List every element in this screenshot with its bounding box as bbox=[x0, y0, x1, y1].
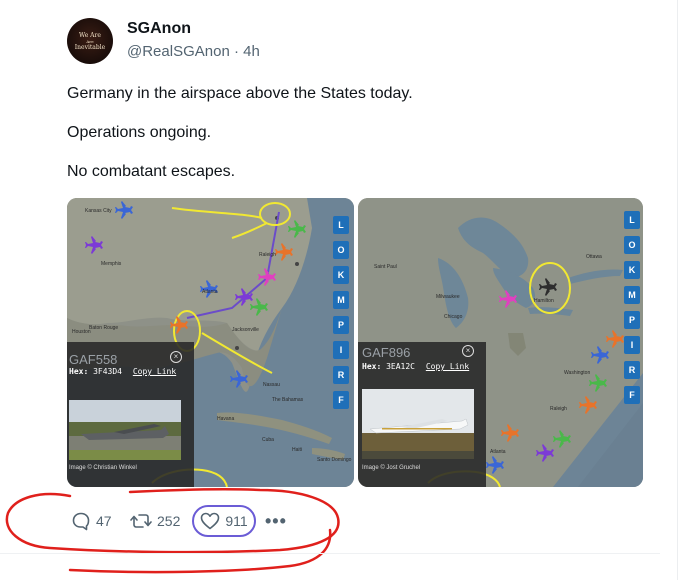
map-label: Baton Rouge bbox=[89, 325, 118, 331]
hex-line: Hex: 3EA12C Copy Link bbox=[362, 362, 470, 371]
copy-link[interactable]: Copy Link bbox=[426, 362, 469, 371]
map-label: Raleigh bbox=[550, 406, 567, 412]
flight-map-image[interactable]: Saint Paul Ottawa Milwaukee Hamilton Chi… bbox=[358, 198, 643, 487]
more-icon[interactable]: ••• bbox=[265, 505, 287, 537]
map-button-l[interactable]: L bbox=[333, 216, 349, 234]
map-button-o[interactable]: O bbox=[333, 241, 349, 259]
map-label: Atlanta bbox=[490, 449, 506, 455]
map-button-p[interactable]: P bbox=[624, 311, 640, 329]
map-label: Nassau bbox=[263, 382, 280, 388]
divider bbox=[0, 553, 660, 554]
map-button-r[interactable]: R bbox=[333, 366, 349, 384]
map-button-i[interactable]: I bbox=[624, 336, 640, 354]
map-controls: L O K M P I R F bbox=[624, 211, 640, 411]
map-button-l[interactable]: L bbox=[624, 211, 640, 229]
map-button-r[interactable]: R bbox=[624, 361, 640, 379]
column-border bbox=[677, 0, 678, 580]
avatar[interactable]: We Are Are Inevitable bbox=[67, 18, 113, 64]
post-text-line: Germany in the airspace above the States… bbox=[67, 85, 413, 102]
repost-button[interactable]: 252 bbox=[130, 505, 180, 537]
map-button-k[interactable]: K bbox=[333, 266, 349, 284]
map-label: Chicago bbox=[444, 314, 463, 320]
map-controls: L O K M P I R F bbox=[333, 216, 349, 416]
separator: · bbox=[233, 43, 239, 60]
photo-credit: Image © Christian Winkel bbox=[69, 465, 137, 471]
display-name[interactable]: SGAnon bbox=[127, 20, 191, 38]
map-label: Ottawa bbox=[586, 254, 602, 260]
map-label: Jacksonville bbox=[232, 327, 259, 333]
repost-count: 252 bbox=[157, 513, 181, 529]
aircraft-info-panel: GAF896 × Hex: 3EA12C Copy Link Image © J… bbox=[358, 342, 486, 487]
map-button-k[interactable]: K bbox=[624, 261, 640, 279]
repost-icon bbox=[130, 514, 152, 528]
map-label: Haiti bbox=[292, 447, 302, 453]
like-button[interactable]: 911 bbox=[192, 505, 256, 537]
hex-value: 3F43D4 bbox=[93, 367, 122, 376]
reply-button[interactable]: 47 bbox=[71, 505, 112, 537]
like-count: 911 bbox=[225, 513, 248, 529]
map-label: Kansas City bbox=[85, 208, 112, 214]
hex-line: Hex: 3F43D4 Copy Link bbox=[69, 367, 177, 376]
map-label: Havana bbox=[217, 416, 234, 422]
reply-count: 47 bbox=[96, 513, 112, 529]
map-label: Raleigh bbox=[259, 252, 276, 258]
copy-link[interactable]: Copy Link bbox=[133, 367, 176, 376]
map-button-m[interactable]: M bbox=[333, 291, 349, 309]
map-label: Atlanta bbox=[202, 289, 218, 295]
aircraft-photo bbox=[362, 389, 474, 459]
map-button-f[interactable]: F bbox=[333, 391, 349, 409]
map-label: Hamilton bbox=[534, 298, 554, 304]
close-icon[interactable]: × bbox=[170, 351, 182, 363]
map-button-m[interactable]: M bbox=[624, 286, 640, 304]
handle[interactable]: @RealSGAnon bbox=[127, 43, 230, 60]
map-button-i[interactable]: I bbox=[333, 341, 349, 359]
avatar-text-bottom: Inevitable bbox=[74, 43, 106, 51]
aircraft-info-panel: GAF558 × Hex: 3F43D4 Copy Link Image © C… bbox=[67, 342, 194, 487]
callsign: GAF558 bbox=[69, 352, 118, 367]
map-button-o[interactable]: O bbox=[624, 236, 640, 254]
handle-line: @RealSGAnon · 4h bbox=[127, 43, 260, 60]
map-label: Saint Paul bbox=[374, 264, 397, 270]
photo-credit: Image © Jost Gruchel bbox=[362, 465, 421, 471]
callsign: GAF896 bbox=[362, 345, 411, 360]
post-text-line: Operations ongoing. bbox=[67, 124, 212, 141]
map-label: Santo Domingo bbox=[317, 457, 352, 463]
flight-map-image[interactable]: Kansas City Memphis Raleigh Atlanta Hous… bbox=[67, 198, 354, 487]
map-button-p[interactable]: P bbox=[333, 316, 349, 334]
hex-value: 3EA12C bbox=[386, 362, 415, 371]
reply-icon bbox=[72, 512, 90, 531]
map-label: The Bahamas bbox=[272, 397, 304, 403]
heart-icon bbox=[201, 512, 220, 530]
map-label: Memphis bbox=[101, 261, 122, 267]
avatar-text-top: We Are bbox=[79, 31, 101, 39]
map-label: Milwaukee bbox=[436, 294, 460, 300]
map-button-f[interactable]: F bbox=[624, 386, 640, 404]
post-text-line: No combatant escapes. bbox=[67, 163, 236, 180]
timestamp[interactable]: 4h bbox=[243, 43, 260, 60]
map-label: Washington bbox=[564, 370, 590, 376]
aircraft-photo bbox=[69, 400, 181, 460]
close-icon[interactable]: × bbox=[462, 345, 474, 357]
map-label: Cuba bbox=[262, 437, 274, 443]
